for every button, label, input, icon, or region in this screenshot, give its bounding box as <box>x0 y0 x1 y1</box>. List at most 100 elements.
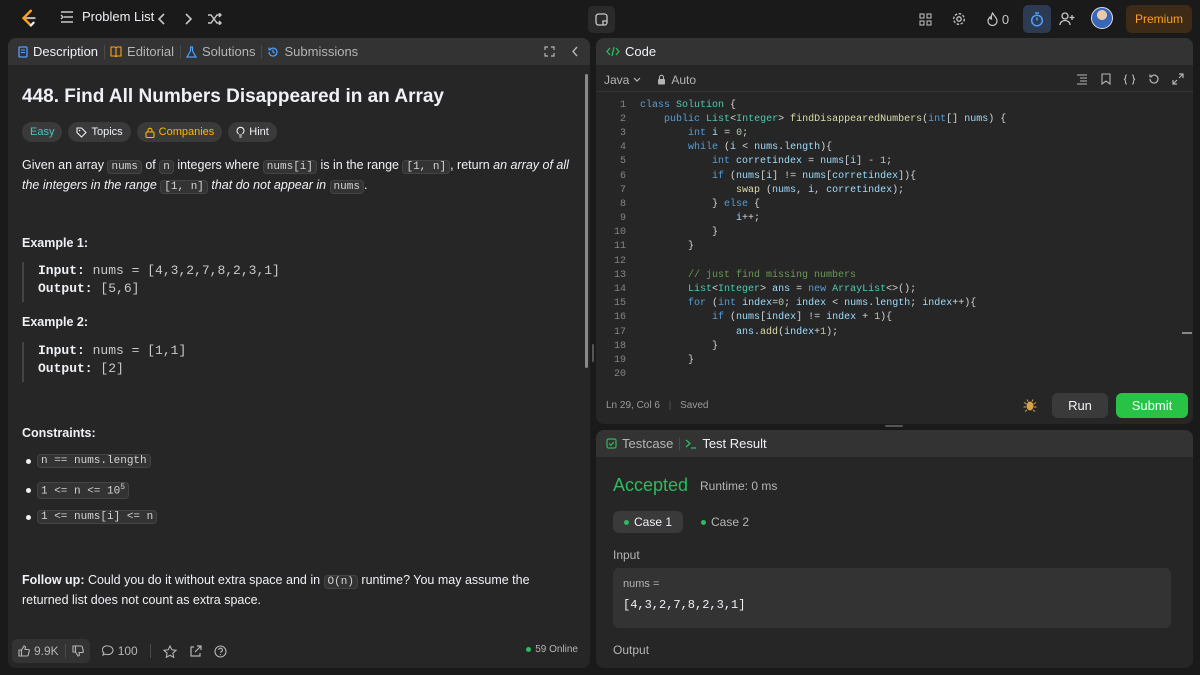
case-2-tab[interactable]: Case 2 <box>690 511 760 533</box>
dislike-button[interactable] <box>66 639 90 663</box>
line-number: 19 <box>613 354 626 366</box>
constraint-text: 1 <= n <= 10 <box>41 485 121 498</box>
collapse-panel-icon[interactable] <box>571 46 579 57</box>
thumbs-up-icon <box>18 645 30 657</box>
leetcode-logo-icon[interactable] <box>18 8 40 30</box>
tab-submissions-label: Submissions <box>284 44 359 59</box>
tab-solutions[interactable]: Solutions <box>186 44 255 59</box>
desc-text: integers where <box>173 158 263 172</box>
code-text: } else { <box>640 198 761 210</box>
tab-divider <box>180 44 181 59</box>
input-value: [4,3,2,7,8,2,3,1] <box>623 598 746 612</box>
save-status: Saved <box>680 400 709 411</box>
premium-button[interactable]: Premium <box>1126 5 1192 33</box>
problem-list-label: Problem List <box>82 9 155 24</box>
tab-description-label: Description <box>33 44 99 59</box>
code-text: int i = 0; <box>688 127 749 139</box>
shuffle-icon <box>208 13 222 25</box>
comment-count: 100 <box>117 644 138 658</box>
avatar[interactable] <box>1091 7 1113 29</box>
code-line: 7 swap (nums, i, corretindex); <box>596 183 1193 197</box>
format-lines-icon[interactable] <box>1076 74 1088 85</box>
line-number: 10 <box>613 227 626 239</box>
auto-mode-label: Auto <box>671 72 697 87</box>
debug-bug-icon[interactable] <box>1023 398 1037 412</box>
desc-text: , return <box>450 158 494 172</box>
submit-button[interactable]: Submit <box>1116 393 1188 418</box>
code-brackets-icon <box>606 46 620 57</box>
help-button[interactable] <box>208 639 233 663</box>
share-button[interactable] <box>183 639 208 663</box>
description-scrollbar[interactable] <box>585 74 588 368</box>
top-bar: Problem List 0 Premium <box>0 0 1200 38</box>
random-problem-button[interactable] <box>205 8 225 30</box>
code-text: if (nums[i] != nums[corretindex]){ <box>712 170 917 182</box>
like-count: 9.9K <box>34 644 59 658</box>
tab-editorial[interactable]: Editorial <box>110 44 174 59</box>
example-2-heading: Example 2: <box>22 315 89 329</box>
follow-up-text: Could you do it without extra space and … <box>84 573 324 587</box>
tab-test-result[interactable]: Test Result <box>685 436 767 451</box>
document-icon <box>18 45 28 58</box>
inline-code: [1, n] <box>160 180 208 194</box>
vertical-resize-handle[interactable] <box>592 344 594 362</box>
case-1-tab[interactable]: Case 1 <box>613 511 684 533</box>
difficulty-badge: Easy <box>22 122 63 142</box>
reset-icon[interactable] <box>1148 73 1160 85</box>
companies-chip[interactable]: Companies <box>136 122 223 142</box>
code-text: swap (nums, i, corretindex); <box>736 184 905 196</box>
inline-code: nums <box>329 180 364 194</box>
code-text: } <box>640 354 695 366</box>
layout-button[interactable] <box>914 8 936 30</box>
code-editor[interactable]: 1 class Solution { 2 public List<Integer>… <box>596 98 1193 388</box>
language-select[interactable]: Java <box>604 73 641 87</box>
prev-problem-button[interactable] <box>152 8 172 30</box>
editor-scroll-marker[interactable] <box>1182 332 1192 334</box>
notes-button[interactable] <box>588 6 615 33</box>
example-output-value: [2] <box>100 361 124 376</box>
bookmark-icon[interactable] <box>1101 73 1111 85</box>
auto-mode[interactable]: Auto <box>657 73 696 87</box>
add-friend-button[interactable] <box>1056 8 1078 30</box>
tab-testcase[interactable]: Testcase <box>606 436 673 451</box>
horizontal-resize-handle[interactable] <box>885 425 903 427</box>
constraint-code: n == nums.length <box>37 454 151 468</box>
run-button[interactable]: Run <box>1052 393 1108 418</box>
bullet <box>26 514 31 520</box>
example-input-label: Input: <box>38 343 85 358</box>
tab-code[interactable]: Code <box>606 44 656 59</box>
line-number: 16 <box>613 312 626 324</box>
example-1-heading: Example 1: <box>22 236 89 250</box>
line-number: 18 <box>613 340 626 352</box>
lock-icon <box>145 127 155 138</box>
inline-code: O(n) <box>323 575 358 589</box>
timer-button[interactable] <box>1023 5 1051 33</box>
line-number: 1 <box>619 99 626 111</box>
favorite-button[interactable] <box>157 639 183 663</box>
verdict-status: Accepted <box>613 475 689 495</box>
gear-icon <box>953 13 965 25</box>
tab-description[interactable]: Description <box>18 44 98 59</box>
streak-counter[interactable]: 0 <box>982 8 1014 30</box>
topics-chip[interactable]: Topics <box>68 122 131 142</box>
problem-list-button[interactable]: Problem List <box>60 9 154 24</box>
hint-chip[interactable]: Hint <box>228 122 277 142</box>
code-text: int corretindex = nums[i] - 1; <box>712 156 893 168</box>
settings-button[interactable] <box>948 8 970 30</box>
like-button[interactable]: 9.9K <box>12 639 65 663</box>
bullet <box>26 487 31 493</box>
code-text: for (int index=0; index < nums.length; i… <box>688 298 977 310</box>
next-problem-button[interactable] <box>178 8 198 30</box>
fullscreen-icon[interactable] <box>1172 73 1184 85</box>
tab-submissions[interactable]: Submissions <box>267 44 358 59</box>
line-number: 8 <box>619 198 626 210</box>
expand-icon[interactable] <box>544 46 555 57</box>
desc-text: of <box>141 158 160 172</box>
braces-icon[interactable] <box>1123 74 1136 85</box>
example-output-label: Output: <box>38 281 93 296</box>
input-key: nums = <box>623 578 660 590</box>
tab-testcase-label: Testcase <box>622 436 674 451</box>
comments-button[interactable]: 100 <box>96 639 144 663</box>
runtime-text: Runtime: 0 ms <box>700 479 778 493</box>
bullet <box>26 458 31 464</box>
